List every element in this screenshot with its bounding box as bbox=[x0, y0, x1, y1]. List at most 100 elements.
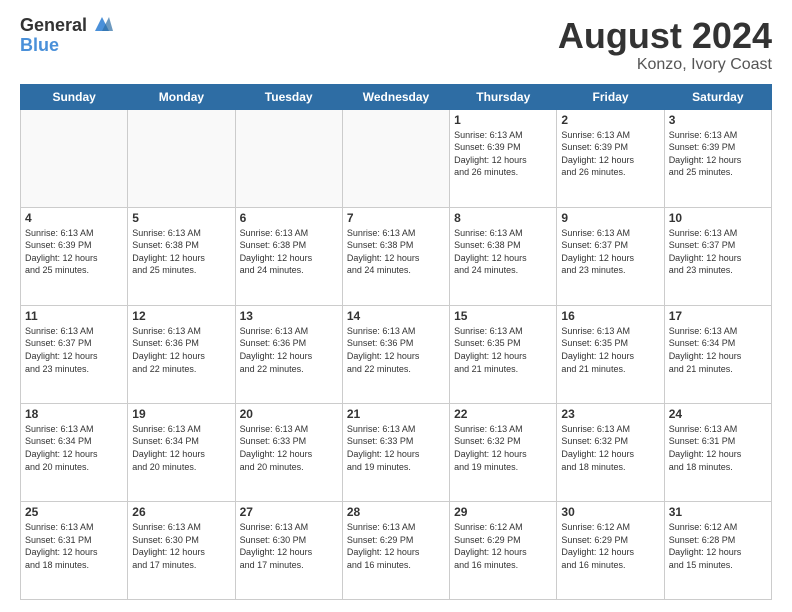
day-number: 1 bbox=[454, 113, 552, 127]
calendar-cell bbox=[128, 109, 235, 207]
day-number: 25 bbox=[25, 505, 123, 519]
day-number: 11 bbox=[25, 309, 123, 323]
calendar-cell: 27Sunrise: 6:13 AM Sunset: 6:30 PM Dayli… bbox=[235, 501, 342, 599]
calendar-cell: 14 Sunrise: 6:13 AM Sunset: 6:36 PM Dayli… bbox=[342, 305, 449, 403]
logo-blue-text: Blue bbox=[20, 36, 113, 56]
day-info: Sunrise: 6:13 AM Sunset: 6:37 PM Dayligh… bbox=[561, 227, 659, 277]
calendar-cell: 23 Sunrise: 6:13 AM Sunset: 6:32 PM Dayli… bbox=[557, 403, 664, 501]
calendar-table: SundayMondayTuesdayWednesdayThursdayFrid… bbox=[20, 84, 772, 600]
day-info: Sunrise: 6:13 AM Sunset: 6:30 PM Dayligh… bbox=[240, 521, 338, 571]
calendar-cell: 22 Sunrise: 6:13 AM Sunset: 6:32 PM Dayli… bbox=[450, 403, 557, 501]
logo-icon bbox=[91, 13, 113, 35]
calendar-week-3: 11 Sunrise: 6:13 AM Sunset: 6:37 PM Dayli… bbox=[21, 305, 772, 403]
calendar-header-sunday: Sunday bbox=[21, 84, 128, 109]
day-info: Sunrise: 6:13 AM Sunset: 6:29 PM Dayligh… bbox=[347, 521, 445, 571]
day-info: Sunrise: 6:13 AM Sunset: 6:39 PM Dayligh… bbox=[561, 129, 659, 179]
day-number: 31 bbox=[669, 505, 767, 519]
day-number: 14 bbox=[347, 309, 445, 323]
calendar-cell: 15 Sunrise: 6:13 AM Sunset: 6:35 PM Dayli… bbox=[450, 305, 557, 403]
day-info: Sunrise: 6:13 AM Sunset: 6:36 PM Dayligh… bbox=[132, 325, 230, 375]
calendar-header-row: SundayMondayTuesdayWednesdayThursdayFrid… bbox=[21, 84, 772, 109]
day-info: Sunrise: 6:13 AM Sunset: 6:32 PM Dayligh… bbox=[561, 423, 659, 473]
day-number: 3 bbox=[669, 113, 767, 127]
day-info: Sunrise: 6:13 AM Sunset: 6:38 PM Dayligh… bbox=[347, 227, 445, 277]
calendar-cell: 28Sunrise: 6:13 AM Sunset: 6:29 PM Dayli… bbox=[342, 501, 449, 599]
calendar-cell: 20Sunrise: 6:13 AM Sunset: 6:33 PM Dayli… bbox=[235, 403, 342, 501]
day-info: Sunrise: 6:13 AM Sunset: 6:38 PM Dayligh… bbox=[132, 227, 230, 277]
logo-general-text: General bbox=[20, 16, 87, 36]
calendar-cell: 24 Sunrise: 6:13 AM Sunset: 6:31 PM Dayli… bbox=[664, 403, 771, 501]
day-number: 13 bbox=[240, 309, 338, 323]
calendar-cell: 8 Sunrise: 6:13 AM Sunset: 6:38 PM Daylig… bbox=[450, 207, 557, 305]
calendar-header-friday: Friday bbox=[557, 84, 664, 109]
calendar-header-wednesday: Wednesday bbox=[342, 84, 449, 109]
day-info: Sunrise: 6:13 AM Sunset: 6:34 PM Dayligh… bbox=[669, 325, 767, 375]
month-title: August 2024 bbox=[558, 16, 772, 56]
header: General Blue August 2024 Konzo, Ivory Co… bbox=[20, 16, 772, 74]
day-info: Sunrise: 6:13 AM Sunset: 6:37 PM Dayligh… bbox=[25, 325, 123, 375]
calendar-cell: 18Sunrise: 6:13 AM Sunset: 6:34 PM Dayli… bbox=[21, 403, 128, 501]
title-block: August 2024 Konzo, Ivory Coast bbox=[558, 16, 772, 74]
day-number: 15 bbox=[454, 309, 552, 323]
day-info: Sunrise: 6:12 AM Sunset: 6:29 PM Dayligh… bbox=[561, 521, 659, 571]
day-info: Sunrise: 6:13 AM Sunset: 6:32 PM Dayligh… bbox=[454, 423, 552, 473]
day-number: 23 bbox=[561, 407, 659, 421]
day-info: Sunrise: 6:13 AM Sunset: 6:38 PM Dayligh… bbox=[240, 227, 338, 277]
day-info: Sunrise: 6:13 AM Sunset: 6:31 PM Dayligh… bbox=[25, 521, 123, 571]
day-number: 2 bbox=[561, 113, 659, 127]
calendar-cell: 7 Sunrise: 6:13 AM Sunset: 6:38 PM Daylig… bbox=[342, 207, 449, 305]
location: Konzo, Ivory Coast bbox=[558, 56, 772, 74]
day-info: Sunrise: 6:13 AM Sunset: 6:39 PM Dayligh… bbox=[25, 227, 123, 277]
calendar-cell: 6 Sunrise: 6:13 AM Sunset: 6:38 PM Daylig… bbox=[235, 207, 342, 305]
calendar-cell: 16Sunrise: 6:13 AM Sunset: 6:35 PM Dayli… bbox=[557, 305, 664, 403]
calendar-cell: 26Sunrise: 6:13 AM Sunset: 6:30 PM Dayli… bbox=[128, 501, 235, 599]
day-info: Sunrise: 6:13 AM Sunset: 6:34 PM Dayligh… bbox=[25, 423, 123, 473]
calendar-cell: 11 Sunrise: 6:13 AM Sunset: 6:37 PM Dayli… bbox=[21, 305, 128, 403]
calendar-header-monday: Monday bbox=[128, 84, 235, 109]
calendar-cell: 13Sunrise: 6:13 AM Sunset: 6:36 PM Dayli… bbox=[235, 305, 342, 403]
calendar-cell: 19 Sunrise: 6:13 AM Sunset: 6:34 PM Dayli… bbox=[128, 403, 235, 501]
calendar-week-1: 1 Sunrise: 6:13 AM Sunset: 6:39 PM Daylig… bbox=[21, 109, 772, 207]
day-info: Sunrise: 6:13 AM Sunset: 6:38 PM Dayligh… bbox=[454, 227, 552, 277]
day-info: Sunrise: 6:13 AM Sunset: 6:33 PM Dayligh… bbox=[240, 423, 338, 473]
calendar-header-thursday: Thursday bbox=[450, 84, 557, 109]
day-number: 8 bbox=[454, 211, 552, 225]
day-info: Sunrise: 6:13 AM Sunset: 6:35 PM Dayligh… bbox=[454, 325, 552, 375]
day-info: Sunrise: 6:13 AM Sunset: 6:31 PM Dayligh… bbox=[669, 423, 767, 473]
calendar-cell: 10 Sunrise: 6:13 AM Sunset: 6:37 PM Dayli… bbox=[664, 207, 771, 305]
calendar-cell: 29Sunrise: 6:12 AM Sunset: 6:29 PM Dayli… bbox=[450, 501, 557, 599]
logo-text: General Blue bbox=[20, 16, 113, 56]
calendar-cell: 25 Sunrise: 6:13 AM Sunset: 6:31 PM Dayli… bbox=[21, 501, 128, 599]
day-info: Sunrise: 6:13 AM Sunset: 6:33 PM Dayligh… bbox=[347, 423, 445, 473]
day-info: Sunrise: 6:13 AM Sunset: 6:37 PM Dayligh… bbox=[669, 227, 767, 277]
calendar-cell bbox=[21, 109, 128, 207]
day-number: 19 bbox=[132, 407, 230, 421]
day-number: 12 bbox=[132, 309, 230, 323]
calendar-cell: 3Sunrise: 6:13 AM Sunset: 6:39 PM Daylig… bbox=[664, 109, 771, 207]
day-number: 26 bbox=[132, 505, 230, 519]
calendar-cell: 1Sunrise: 6:13 AM Sunset: 6:39 PM Daylig… bbox=[450, 109, 557, 207]
day-info: Sunrise: 6:13 AM Sunset: 6:36 PM Dayligh… bbox=[347, 325, 445, 375]
calendar-cell: 12 Sunrise: 6:13 AM Sunset: 6:36 PM Dayli… bbox=[128, 305, 235, 403]
day-number: 22 bbox=[454, 407, 552, 421]
calendar-week-5: 25 Sunrise: 6:13 AM Sunset: 6:31 PM Dayli… bbox=[21, 501, 772, 599]
day-number: 29 bbox=[454, 505, 552, 519]
calendar-cell: 31 Sunrise: 6:12 AM Sunset: 6:28 PM Dayli… bbox=[664, 501, 771, 599]
day-number: 6 bbox=[240, 211, 338, 225]
day-info: Sunrise: 6:12 AM Sunset: 6:28 PM Dayligh… bbox=[669, 521, 767, 571]
calendar-cell: 17Sunrise: 6:13 AM Sunset: 6:34 PM Dayli… bbox=[664, 305, 771, 403]
calendar-header-saturday: Saturday bbox=[664, 84, 771, 109]
day-number: 21 bbox=[347, 407, 445, 421]
day-number: 24 bbox=[669, 407, 767, 421]
calendar-cell: 4 Sunrise: 6:13 AM Sunset: 6:39 PM Daylig… bbox=[21, 207, 128, 305]
calendar-week-2: 4 Sunrise: 6:13 AM Sunset: 6:39 PM Daylig… bbox=[21, 207, 772, 305]
calendar-cell: 21 Sunrise: 6:13 AM Sunset: 6:33 PM Dayli… bbox=[342, 403, 449, 501]
logo: General Blue bbox=[20, 16, 113, 56]
calendar-cell: 2 Sunrise: 6:13 AM Sunset: 6:39 PM Daylig… bbox=[557, 109, 664, 207]
day-info: Sunrise: 6:13 AM Sunset: 6:34 PM Dayligh… bbox=[132, 423, 230, 473]
day-number: 7 bbox=[347, 211, 445, 225]
calendar-week-4: 18Sunrise: 6:13 AM Sunset: 6:34 PM Dayli… bbox=[21, 403, 772, 501]
day-number: 5 bbox=[132, 211, 230, 225]
day-number: 10 bbox=[669, 211, 767, 225]
day-number: 4 bbox=[25, 211, 123, 225]
